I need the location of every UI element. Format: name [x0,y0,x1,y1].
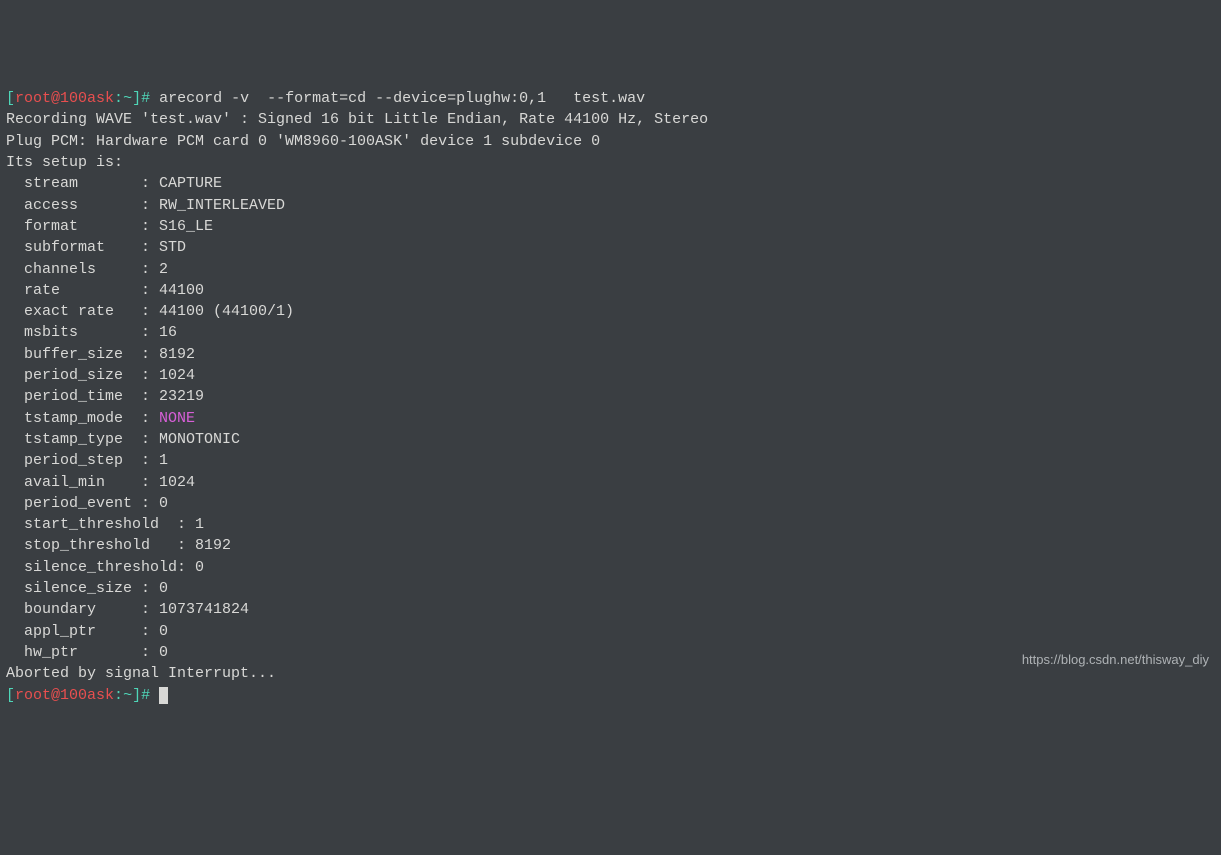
param-value: 0 [195,559,204,576]
param-value: MONOTONIC [159,431,240,448]
prompt-user-host: root@100ask [15,687,114,704]
prompt-open-bracket: [ [6,687,15,704]
output-param-row: format : S16_LE [6,216,1215,237]
param-value: 1 [195,516,204,533]
param-key: buffer_size : [6,346,159,363]
param-value: 0 [159,495,168,512]
param-value: 1024 [159,474,195,491]
output-recording: Recording WAVE 'test.wav' : Signed 16 bi… [6,109,1215,130]
param-key: stop_threshold : [6,537,195,554]
command-text: arecord -v --format=cd --device=plughw:0… [150,90,645,107]
output-param-row: avail_min : 1024 [6,472,1215,493]
param-key: rate : [6,282,159,299]
output-plug-pcm: Plug PCM: Hardware PCM card 0 'WM8960-10… [6,131,1215,152]
param-value: 2 [159,261,168,278]
output-param-row: period_step : 1 [6,450,1215,471]
param-value: 1 [159,452,168,469]
output-params-list: stream : CAPTURE access : RW_INTERLEAVED… [6,173,1215,663]
param-key: period_size : [6,367,159,384]
terminal-output: [root@100ask:~]# arecord -v --format=cd … [6,88,1215,706]
param-value: 0 [159,580,168,597]
param-key: start_threshold : [6,516,195,533]
param-key: stream : [6,175,159,192]
output-param-row: start_threshold : 1 [6,514,1215,535]
param-value: NONE [159,410,195,427]
output-param-row: exact rate : 44100 (44100/1) [6,301,1215,322]
output-param-row: msbits : 16 [6,322,1215,343]
param-value: 44100 [159,282,204,299]
param-key: period_step : [6,452,159,469]
prompt-separator: : [114,90,123,107]
param-value: CAPTURE [159,175,222,192]
output-param-row: period_time : 23219 [6,386,1215,407]
prompt-separator: : [114,687,123,704]
prompt-close-bracket: ]# [132,90,150,107]
param-value: S16_LE [159,218,213,235]
output-param-row: appl_ptr : 0 [6,621,1215,642]
param-value: 44100 (44100/1) [159,303,294,320]
param-key: period_event : [6,495,159,512]
output-param-row: access : RW_INTERLEAVED [6,195,1215,216]
output-param-row: period_event : 0 [6,493,1215,514]
param-key: appl_ptr : [6,623,159,640]
param-key: msbits : [6,324,159,341]
prompt-path: ~ [123,90,132,107]
param-value: 0 [159,644,168,661]
command-text [150,687,159,704]
output-param-row: silence_threshold: 0 [6,557,1215,578]
param-value: 23219 [159,388,204,405]
param-key: boundary : [6,601,159,618]
output-param-row: silence_size : 0 [6,578,1215,599]
watermark-text: https://blog.csdn.net/thisway_diy [1022,651,1209,669]
param-key: subformat : [6,239,159,256]
prompt-line-1[interactable]: [root@100ask:~]# arecord -v --format=cd … [6,88,1215,109]
param-value: 1024 [159,367,195,384]
param-key: exact rate : [6,303,159,320]
param-value: RW_INTERLEAVED [159,197,285,214]
prompt-close-bracket: ]# [132,687,150,704]
param-key: period_time : [6,388,159,405]
param-value: 8192 [195,537,231,554]
output-param-row: subformat : STD [6,237,1215,258]
param-value: STD [159,239,186,256]
param-key: hw_ptr : [6,644,159,661]
prompt-path: ~ [123,687,132,704]
output-param-row: channels : 2 [6,259,1215,280]
prompt-user-host: root@100ask [15,90,114,107]
output-setup-header: Its setup is: [6,152,1215,173]
param-key: tstamp_type : [6,431,159,448]
param-key: silence_threshold: [6,559,195,576]
param-value: 0 [159,623,168,640]
output-param-row: tstamp_mode : NONE [6,408,1215,429]
param-key: channels : [6,261,159,278]
param-value: 16 [159,324,177,341]
output-param-row: rate : 44100 [6,280,1215,301]
param-key: tstamp_mode : [6,410,159,427]
output-param-row: tstamp_type : MONOTONIC [6,429,1215,450]
param-value: 1073741824 [159,601,249,618]
param-key: access : [6,197,159,214]
param-key: silence_size : [6,580,159,597]
param-value: 8192 [159,346,195,363]
output-param-row: period_size : 1024 [6,365,1215,386]
output-param-row: stream : CAPTURE [6,173,1215,194]
param-key: format : [6,218,159,235]
output-param-row: stop_threshold : 8192 [6,535,1215,556]
output-param-row: buffer_size : 8192 [6,344,1215,365]
prompt-line-2[interactable]: [root@100ask:~]# [6,685,1215,706]
cursor-icon [159,687,168,704]
param-key: avail_min : [6,474,159,491]
prompt-open-bracket: [ [6,90,15,107]
output-param-row: boundary : 1073741824 [6,599,1215,620]
